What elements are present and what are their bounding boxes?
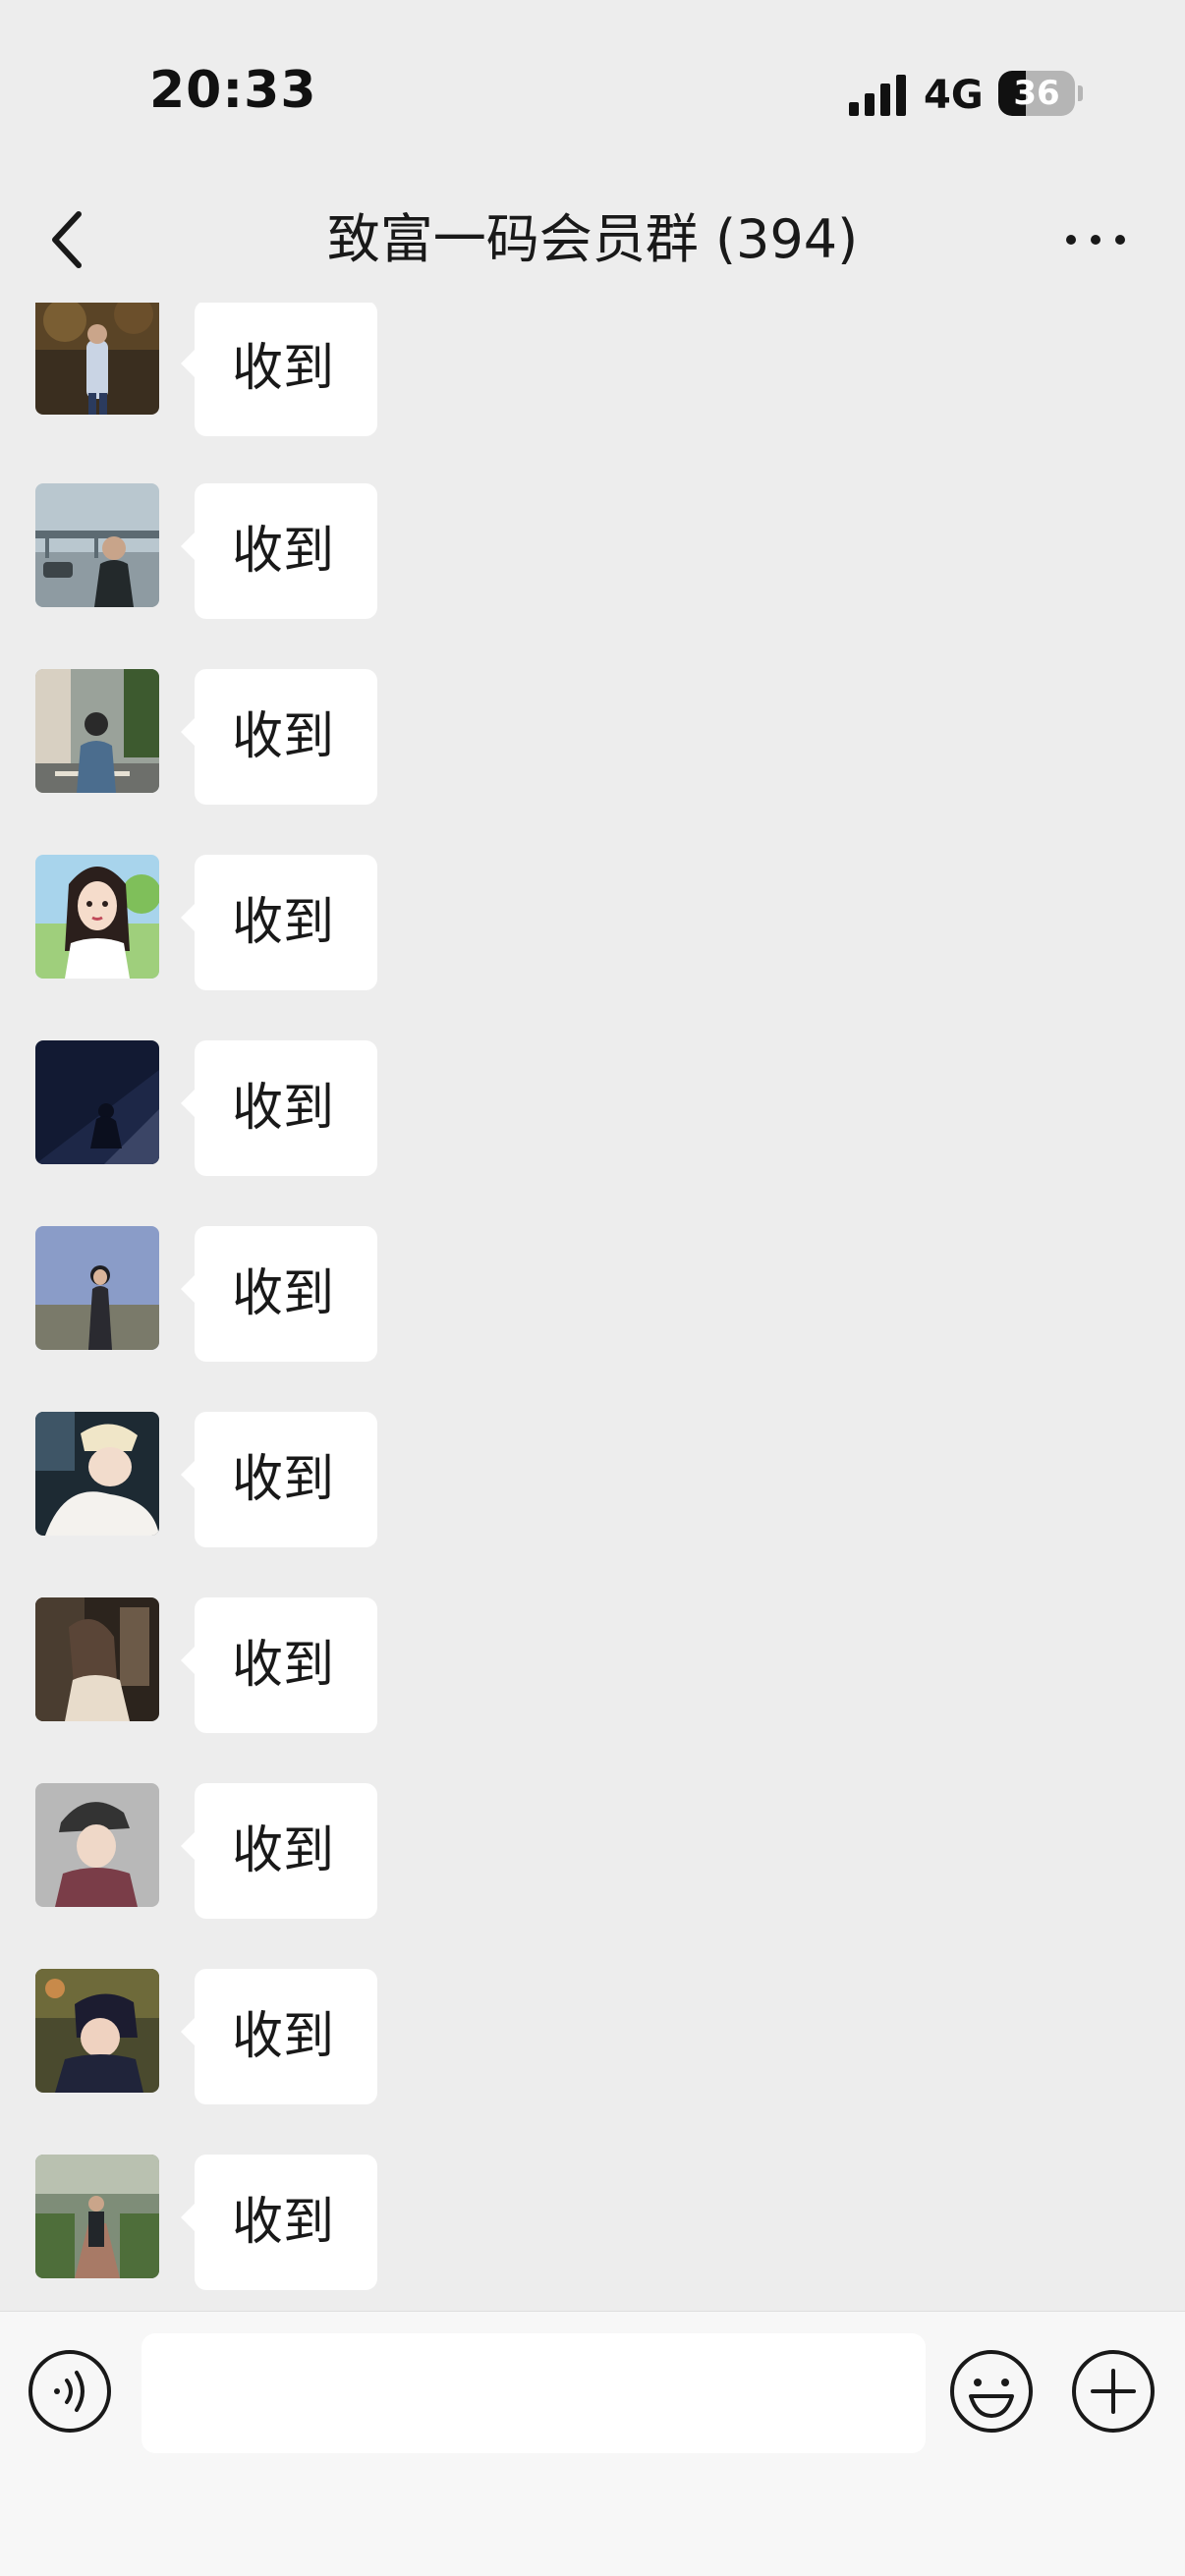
chat-title: 致富一码会员群 (394): [326, 208, 859, 270]
message-list[interactable]: 收到 收到 收到 收到 收到 收到 收到 收到 收到 收到 收到: [0, 303, 1185, 2311]
signal-icon: [849, 75, 906, 116]
message-bubble[interactable]: 收到: [181, 1597, 377, 1733]
message-row: 收到: [0, 2155, 1185, 2302]
message-bubble[interactable]: 收到: [181, 1040, 377, 1176]
plus-icon: [1072, 2350, 1155, 2433]
voice-button[interactable]: [28, 2349, 112, 2434]
status-bar: 20:33 4G 36: [0, 0, 1185, 177]
avatar[interactable]: [35, 855, 159, 979]
battery-level: 36: [1013, 74, 1060, 113]
avatar[interactable]: [35, 1040, 159, 1164]
emoji-icon: [950, 2350, 1033, 2433]
input-bar: [0, 2311, 1185, 2576]
message-bubble[interactable]: 收到: [181, 1226, 377, 1362]
status-time: 20:33: [149, 61, 317, 120]
message-text: 收到: [232, 1821, 335, 1880]
avatar[interactable]: [35, 1783, 159, 1907]
avatar[interactable]: [35, 1969, 159, 2093]
message-row: 收到: [0, 1226, 1185, 1373]
avatar[interactable]: [35, 669, 159, 793]
message-row: 收到: [0, 669, 1185, 816]
message-text: 收到: [232, 522, 335, 581]
more-button[interactable]: [1061, 212, 1130, 267]
network-label: 4G: [924, 73, 984, 118]
message-input[interactable]: [141, 2333, 926, 2453]
message-bubble[interactable]: 收到: [181, 669, 377, 805]
message-bubble[interactable]: 收到: [181, 483, 377, 619]
voice-icon: [28, 2350, 111, 2433]
message-bubble[interactable]: 收到: [181, 1412, 377, 1547]
message-bubble[interactable]: 收到: [181, 1969, 377, 2104]
message-text: 收到: [232, 1450, 335, 1509]
message-row: 收到: [0, 1040, 1185, 1188]
message-row: 收到: [0, 1597, 1185, 1745]
ellipsis-icon: [1066, 235, 1125, 245]
message-text: 收到: [232, 339, 335, 398]
message-bubble[interactable]: 收到: [181, 2155, 377, 2290]
message-bubble[interactable]: 收到: [181, 855, 377, 990]
message-text: 收到: [232, 1636, 335, 1695]
battery-icon: 36: [998, 71, 1083, 120]
message-text: 收到: [232, 893, 335, 952]
nav-bar: 致富一码会员群 (394): [0, 177, 1185, 303]
message-row: 收到: [0, 483, 1185, 631]
message-row: 收到: [0, 855, 1185, 1002]
emoji-button[interactable]: [947, 2347, 1036, 2436]
message-bubble[interactable]: 收到: [181, 303, 377, 436]
avatar[interactable]: [35, 303, 159, 415]
message-row: 收到: [0, 1412, 1185, 1559]
avatar[interactable]: [35, 2155, 159, 2278]
chevron-left-icon: [52, 211, 82, 268]
message-text: 收到: [232, 2193, 335, 2252]
avatar[interactable]: [35, 1226, 159, 1350]
message-bubble[interactable]: 收到: [181, 1783, 377, 1919]
message-row: 收到: [0, 1969, 1185, 2116]
message-text: 收到: [232, 1264, 335, 1323]
message-text: 收到: [232, 2007, 335, 2066]
message-row: 收到: [0, 303, 1185, 436]
avatar[interactable]: [35, 1412, 159, 1536]
back-button[interactable]: [35, 202, 98, 277]
avatar[interactable]: [35, 1597, 159, 1721]
message-row: 收到: [0, 1783, 1185, 1931]
plus-button[interactable]: [1069, 2347, 1157, 2436]
message-text: 收到: [232, 1079, 335, 1138]
message-text: 收到: [232, 707, 335, 766]
avatar[interactable]: [35, 483, 159, 607]
